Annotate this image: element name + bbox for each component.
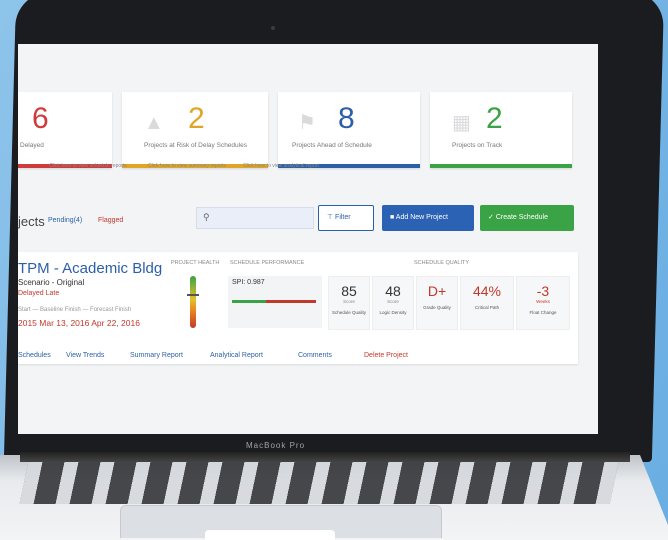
laptop-notch	[205, 530, 335, 540]
flag-icon: ⚑	[298, 112, 316, 134]
kpi-tile: D+ Grade Quality	[416, 276, 458, 330]
kpi-desc: Schedule Quality	[331, 310, 367, 315]
schedule-reports-note: Click here to view schedule reports	[49, 163, 127, 169]
card-status-bar	[430, 164, 572, 168]
projects-heading: jects	[18, 214, 45, 229]
schedules-link[interactable]: Schedules	[18, 352, 51, 359]
add-project-button[interactable]: ■ Add New Project	[382, 205, 474, 231]
create-schedule-label: Create Schedule	[495, 214, 548, 221]
kpi-value: 85	[341, 283, 357, 299]
create-schedule-button[interactable]: ✓ Create Schedule	[480, 205, 574, 231]
project-title[interactable]: TPM - Academic Bldg	[18, 260, 162, 277]
spi-bar-progress	[232, 300, 266, 303]
analytical-report-link[interactable]: Analytical Report	[210, 352, 263, 359]
kpi-sub: Weeks	[536, 299, 550, 304]
card-at-risk[interactable]: ▲ 2 Projects at Risk of Delay Schedules	[122, 92, 268, 168]
project-date-labels: Start — Baseline Finish — Forecast Finis…	[18, 307, 132, 313]
kpi-tile: -3 Weeks Float Change	[516, 276, 570, 330]
card-label: Delayed	[20, 142, 44, 149]
kpi-sub: Score	[343, 299, 355, 304]
kpi-sub: Score	[387, 299, 399, 304]
spi-box: SPI: 0.987	[228, 276, 322, 328]
analytical-report-note: Click here to view analytical report	[243, 163, 319, 169]
laptop-brand: MacBook Pro	[246, 441, 306, 450]
laptop-hinge	[20, 452, 630, 462]
kpi-desc: Critical Path	[474, 305, 500, 310]
calendar-icon: ▦	[452, 112, 471, 134]
card-on-track[interactable]: ▦ 2 Projects on Track	[430, 92, 572, 168]
search-icon: ⚲	[203, 212, 210, 222]
card-value: 6	[32, 102, 49, 135]
laptop-screen: 6 Delayed ▲ 2 Projects at Risk of Delay …	[18, 44, 598, 434]
filter-button[interactable]: ⊤ Filter	[318, 205, 374, 231]
filter-icon: ⊤	[327, 214, 336, 221]
card-label: Projects Ahead of Schedule	[292, 142, 372, 149]
health-label: PROJECT HEALTH	[171, 260, 220, 266]
kpi-desc: Grade Quality	[423, 305, 451, 310]
filter-button-label: Filter	[335, 214, 351, 221]
health-gauge	[190, 276, 196, 328]
kpi-tile: 85 Score Schedule Quality	[328, 276, 370, 330]
kpi-value: D+	[427, 283, 447, 299]
summary-report-link[interactable]: Summary Report	[130, 352, 183, 359]
card-value: 8	[338, 102, 355, 135]
schedule-quality-label: SCHEDULE QUALITY	[414, 260, 470, 266]
kpi-value: -3	[536, 283, 550, 299]
project-status: Delayed Late	[18, 290, 60, 297]
flagged-filter-link[interactable]: Flagged	[98, 217, 123, 224]
summary-reports-note: Click here to view summary reports	[147, 163, 227, 169]
spi-value: SPI: 0.987	[232, 279, 265, 286]
card-value: 2	[188, 102, 205, 135]
kpi-tile: 48 Score Logic Density	[372, 276, 414, 330]
search-input[interactable]: ⚲	[196, 207, 314, 229]
card-label: Projects at Risk of Delay Schedules	[144, 142, 247, 149]
kpi-desc: Float Change	[529, 310, 557, 315]
project-scenario: Scenario - Original	[18, 278, 85, 287]
kpi-value: 44%	[472, 283, 502, 299]
card-value: 2	[486, 102, 503, 135]
kpi-desc: Logic Density	[379, 310, 407, 315]
add-project-label: Add New Project	[395, 214, 448, 221]
kpi-value: 48	[385, 283, 401, 299]
kpi-tile: 44% Critical Path	[460, 276, 514, 330]
gauge-marker	[187, 294, 199, 296]
camera-icon	[271, 26, 275, 30]
warning-icon: ▲	[144, 112, 164, 134]
card-delayed[interactable]: 6 Delayed	[18, 92, 112, 168]
pending-filter-link[interactable]: Pending(4)	[48, 217, 82, 224]
view-trends-link[interactable]: View Trends	[66, 352, 104, 359]
project-card: TPM - Academic Bldg Scenario - Original …	[18, 252, 578, 364]
check-icon: ✓	[488, 214, 496, 221]
schedule-performance-label: SCHEDULE PERFORMANCE	[230, 260, 305, 266]
comments-link[interactable]: Comments	[298, 352, 332, 359]
card-ahead[interactable]: ⚑ 8 Projects Ahead of Schedule	[278, 92, 420, 168]
project-dates: 2015 Mar 13, 2016 Apr 22, 2016	[18, 318, 140, 328]
card-label: Projects on Track	[452, 142, 503, 149]
laptop-keyboard	[19, 462, 619, 504]
delete-project-link[interactable]: Delete Project	[364, 352, 408, 359]
